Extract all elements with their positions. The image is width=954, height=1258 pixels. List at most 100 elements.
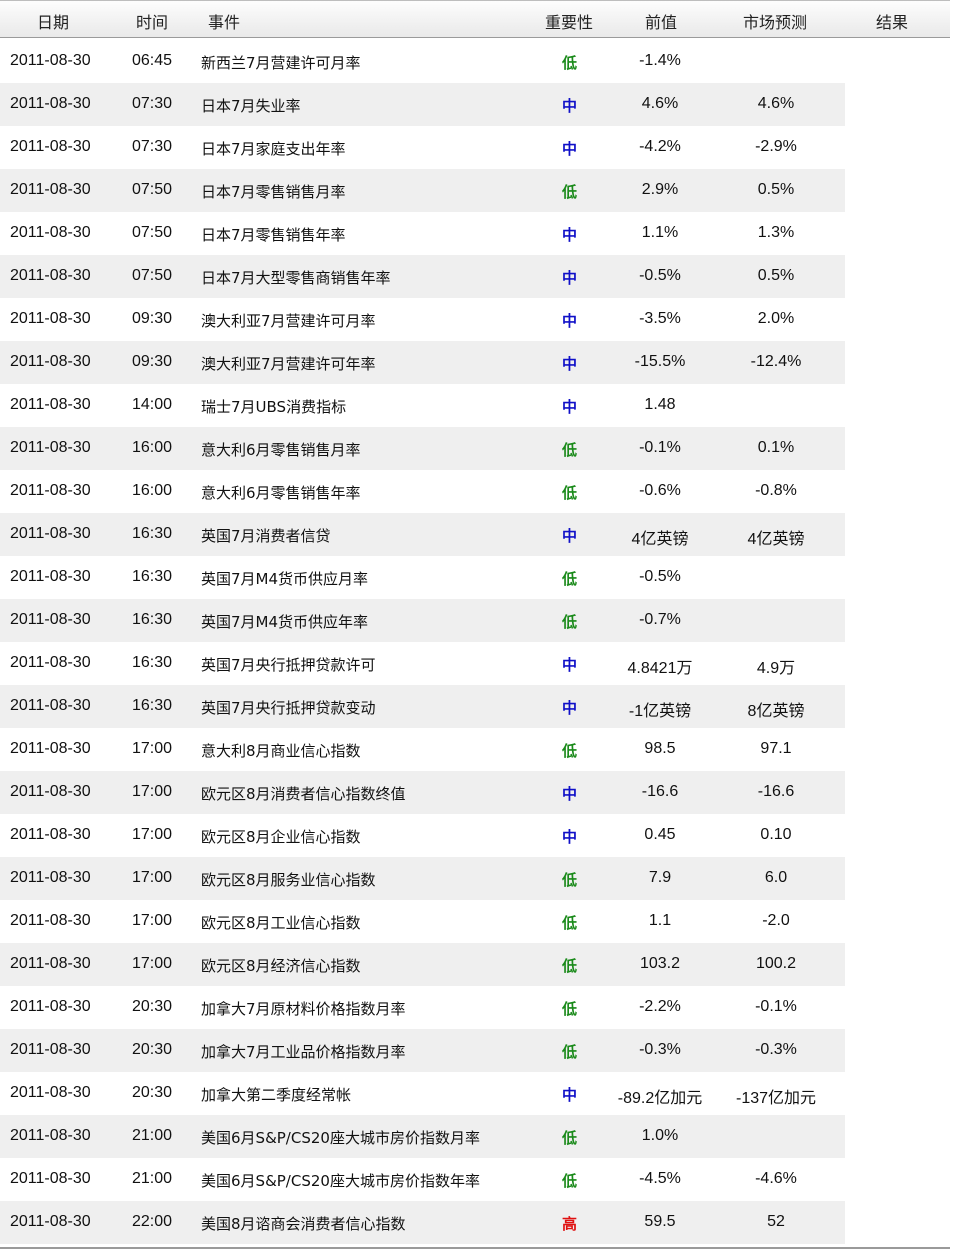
cell-event: 英国7月M4货币供应年率: [201, 613, 369, 631]
cell-event: 意大利8月商业信心指数: [201, 742, 361, 760]
cell-date: 2011-08-30: [10, 998, 91, 1015]
cell-forecast: -4.6%: [755, 1170, 797, 1187]
cell-date: 2011-08-30: [10, 912, 91, 929]
cell-time: 16:00: [132, 482, 173, 499]
cell-forecast: 0.5%: [757, 267, 795, 284]
table-row: 2011-08-30 21:00 美国6月S&P/CS20座大城市房价指数月率 低 1.…: [0, 1115, 845, 1158]
cell-importance: 低: [562, 1172, 578, 1190]
cell-event: 瑞士7月UBS消费指标: [201, 398, 347, 416]
cell-forecast: 0.10: [760, 826, 792, 843]
table-row: 2011-08-30 09:30 澳大利亚7月营建许可年率 中 -15.5% -12.4%: [0, 341, 845, 384]
cell-previous: 1.48: [644, 396, 676, 413]
cell-importance: 低: [562, 54, 578, 72]
cell-importance: 中: [562, 140, 578, 158]
cell-date: 2011-08-30: [10, 740, 91, 757]
cell-time: 17:00: [132, 912, 173, 929]
table-row: 2011-08-30 16:00 意大利6月零售销售月率 低 -0.1% 0.1%: [0, 427, 845, 470]
cell-previous: -0.1%: [639, 439, 681, 456]
cell-event: 日本7月家庭支出年率: [201, 140, 346, 158]
cell-importance: 中: [562, 1086, 578, 1104]
table-row: 2011-08-30 20:30 加拿大第二季度经常帐 中 -89.2亿加元 -137亿加…: [0, 1072, 845, 1115]
table-row: 2011-08-30 16:30 英国7月M4货币供应月率 低 -0.5%: [0, 556, 845, 599]
table-row: 2011-08-30 06:45 新西兰7月营建许可月率 低 -1.4%: [0, 40, 845, 83]
cell-time: 20:30: [132, 998, 173, 1015]
cell-importance: 低: [562, 613, 578, 631]
cell-importance: 低: [562, 484, 578, 502]
cell-importance: 中: [562, 699, 578, 717]
cell-date: 2011-08-30: [10, 1170, 91, 1187]
cell-date: 2011-08-30: [10, 138, 91, 155]
cell-importance: 低: [562, 871, 578, 889]
cell-forecast: 4.6%: [757, 95, 795, 112]
table-row: 2011-08-30 07:30 日本7月家庭支出年率 中 -4.2% -2.9%: [0, 126, 845, 169]
cell-forecast: 0.5%: [757, 181, 795, 198]
header-date[interactable]: 日期: [37, 9, 69, 33]
cell-importance: 低: [562, 957, 578, 975]
cell-previous: 2.9%: [641, 181, 679, 198]
table-row: 2011-08-30 17:00 欧元区8月工业信心指数 低 1.1 -2.0: [0, 900, 845, 943]
cell-forecast: -2.9%: [755, 138, 797, 155]
cell-previous: -16.6: [641, 783, 679, 800]
cell-event: 欧元区8月企业信心指数: [201, 828, 361, 846]
cell-event: 英国7月央行抵押贷款变动: [201, 699, 376, 717]
cell-previous: -0.5%: [639, 267, 681, 284]
cell-date: 2011-08-30: [10, 224, 91, 241]
cell-importance: 中: [562, 785, 578, 803]
cell-importance: 中: [562, 656, 578, 674]
header-event[interactable]: 事件: [208, 9, 240, 33]
table-row: 2011-08-30 07:50 日本7月大型零售商销售年率 中 -0.5% 0.5%: [0, 255, 845, 298]
cell-event: 美国8月谘商会消费者信心指数: [201, 1215, 406, 1233]
cell-time: 22:00: [132, 1213, 173, 1230]
cell-time: 06:45: [132, 52, 173, 69]
cell-event: 英国7月消费者信贷: [201, 527, 331, 545]
cell-time: 16:30: [132, 654, 173, 671]
table-body: 2011-08-30 06:45 新西兰7月营建许可月率低 -1.4% 2011-08-…: [0, 40, 845, 1244]
cell-importance: 低: [562, 914, 578, 932]
cell-forecast: -0.3%: [755, 1041, 797, 1058]
cell-event: 美国6月S&P/CS20座大城市房价指数月率: [201, 1129, 480, 1147]
table-row: 2011-08-30 17:00 欧元区8月消费者信心指数终值 中 -16.6 -16.6: [0, 771, 845, 814]
header-time[interactable]: 时间: [136, 9, 168, 33]
cell-importance: 中: [562, 398, 578, 416]
cell-previous: -1亿英镑: [628, 703, 692, 720]
cell-event: 欧元区8月服务业信心指数: [201, 871, 376, 889]
cell-forecast: 100.2: [755, 955, 797, 972]
cell-forecast: -16.6: [757, 783, 795, 800]
cell-date: 2011-08-30: [10, 181, 91, 198]
cell-event: 欧元区8月工业信心指数: [201, 914, 361, 932]
cell-previous: 1.1%: [641, 224, 679, 241]
cell-importance: 低: [562, 1129, 578, 1147]
cell-time: 20:30: [132, 1041, 173, 1058]
cell-event: 加拿大7月工业品价格指数月率: [201, 1043, 406, 1061]
cell-event: 英国7月M4货币供应月率: [201, 570, 369, 588]
cell-event: 日本7月零售销售月率: [201, 183, 346, 201]
cell-event: 日本7月零售销售年率: [201, 226, 346, 244]
cell-time: 07:30: [132, 95, 173, 112]
cell-date: 2011-08-30: [10, 310, 91, 327]
header-previous[interactable]: 前值: [645, 9, 677, 33]
table-row: 2011-08-30 16:30 英国7月消费者信贷 中 4亿英镑 4亿英镑: [0, 513, 845, 556]
cell-importance: 中: [562, 312, 578, 330]
cell-date: 2011-08-30: [10, 783, 91, 800]
cell-forecast: 8亿英镑: [747, 703, 805, 720]
cell-time: 07:50: [132, 267, 173, 284]
cell-event: 意大利6月零售销售月率: [201, 441, 361, 459]
cell-date: 2011-08-30: [10, 1041, 91, 1058]
cell-previous: 4.6%: [641, 95, 679, 112]
cell-previous: 59.5: [644, 1213, 676, 1230]
cell-importance: 中: [562, 828, 578, 846]
cell-time: 17:00: [132, 869, 173, 886]
cell-previous: 1.0%: [641, 1127, 679, 1144]
header-importance[interactable]: 重要性: [545, 9, 593, 33]
cell-previous: -0.5%: [639, 568, 681, 585]
cell-event: 美国6月S&P/CS20座大城市房价指数年率: [201, 1172, 480, 1190]
cell-forecast: -0.1%: [755, 998, 797, 1015]
cell-forecast: 1.3%: [757, 224, 795, 241]
cell-importance: 中: [562, 355, 578, 373]
header-result[interactable]: 结果: [876, 9, 908, 33]
table-row: 2011-08-30 16:00 意大利6月零售销售年率 低 -0.6% -0.8%: [0, 470, 845, 513]
header-forecast[interactable]: 市场预测: [743, 9, 807, 33]
cell-date: 2011-08-30: [10, 52, 91, 69]
cell-time: 17:00: [132, 955, 173, 972]
cell-previous: -1.4%: [639, 52, 681, 69]
